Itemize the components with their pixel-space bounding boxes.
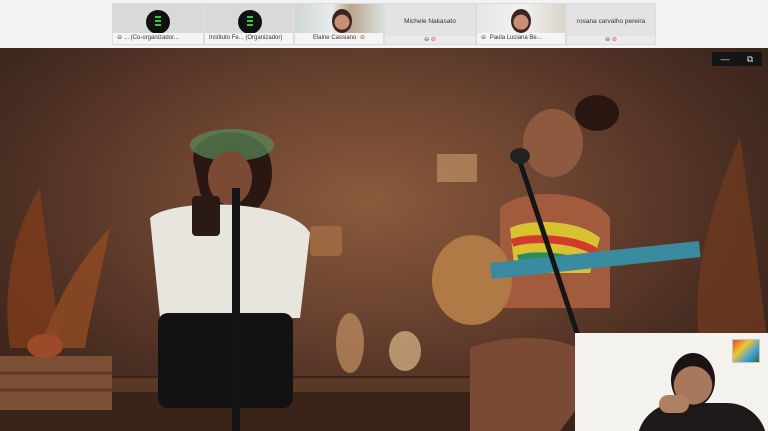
participant-name-bar: ⊖ Paula Luciana Be... (477, 33, 565, 44)
participant-tile[interactable]: Elaine Cassiano ⊘ (294, 3, 384, 45)
organization-logo-icon (238, 10, 262, 34)
participant-tile[interactable]: ⊖... (Co-organizador... (112, 3, 204, 45)
participant-face (332, 9, 352, 33)
participant-name-bar: ⊖... (Co-organizador... (113, 33, 203, 44)
screen-share-icon: ⊖ (481, 35, 487, 41)
participant-hand (659, 395, 689, 413)
participant-tile[interactable]: Michele Nakasato ⊖ ⊘ (384, 3, 476, 45)
self-view-video[interactable] (575, 333, 768, 431)
wall-art (732, 339, 760, 363)
participant-prefix: ... (124, 35, 130, 41)
participant-name-bar: Elaine Cassiano ⊘ (295, 33, 383, 44)
muted-mic-icon: ⊘ (611, 37, 617, 43)
participant-name: Michele Nakasato (404, 18, 456, 25)
participant-status: ⊖ ⊘ (385, 36, 475, 43)
window-controls: — ⧉ (712, 52, 762, 66)
participant-strip: ⊖... (Co-organizador... Instituto Fe... … (0, 0, 768, 48)
participant-name: (Co-organizador... (130, 35, 179, 41)
screen-share-icon: ⊖ (117, 35, 123, 41)
participant-name: rosana carvalho pereira (576, 18, 646, 25)
participant-name: Instituto Fe... (Organizador) (209, 35, 283, 41)
participant-tile[interactable]: rosana carvalho pereira ⊖ ⊘ (566, 3, 656, 45)
organization-logo-icon (146, 10, 170, 34)
muted-mic-icon: ⊘ (360, 35, 366, 41)
participant-name: Paula Luciana Be... (489, 35, 542, 41)
participant-face (511, 9, 531, 33)
participant-body (637, 403, 767, 431)
muted-mic-icon: ⊘ (430, 37, 436, 43)
participant-name: Elaine Cassiano (312, 35, 357, 41)
screen-share-icon: ⊖ (424, 37, 430, 43)
participant-tile[interactable]: ⊖ Paula Luciana Be... (476, 3, 566, 45)
minimize-icon[interactable]: — (721, 52, 730, 66)
participant-tile[interactable]: Instituto Fe... (Organizador) (204, 3, 294, 45)
participant-status: ⊖ ⊘ (567, 36, 655, 43)
screen-share-icon: ⊖ (605, 37, 611, 43)
restore-window-icon[interactable]: ⧉ (747, 52, 753, 66)
participant-name-bar: Instituto Fe... (Organizador) (205, 33, 293, 44)
